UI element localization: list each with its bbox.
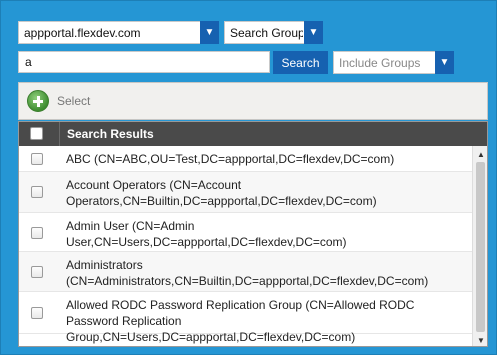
grid-rows: ABC (CN=ABC,OU=Test,DC=appportal,DC=flex… xyxy=(19,146,472,346)
search-panel: appportal.flexdev.com ▼ Search Group ▼ a… xyxy=(0,0,497,355)
column-header-search-results[interactable]: Search Results xyxy=(67,127,154,141)
row-checkbox[interactable] xyxy=(31,266,43,278)
row-checkbox[interactable] xyxy=(31,227,43,239)
plus-circle-icon xyxy=(27,90,49,112)
vertical-scrollbar[interactable]: ▲ ▼ xyxy=(472,146,487,346)
select-button-label: Select xyxy=(57,94,91,108)
domain-dropdown-value: appportal.flexdev.com xyxy=(24,26,141,40)
search-input[interactable]: a xyxy=(18,51,270,73)
grid-header: Search Results xyxy=(19,122,487,146)
search-button[interactable]: Search xyxy=(273,51,328,74)
row-checkbox[interactable] xyxy=(31,153,43,165)
chevron-down-icon[interactable]: ▼ xyxy=(435,51,454,74)
row-text: ABC (CN=ABC,OU=Test,DC=appportal,DC=flex… xyxy=(66,152,395,166)
table-row[interactable]: ABC (CN=ABC,OU=Test,DC=appportal,DC=flex… xyxy=(19,146,472,172)
domain-dropdown[interactable]: appportal.flexdev.com ▼ xyxy=(18,21,219,44)
row-checkbox[interactable] xyxy=(31,307,43,319)
row-text: Allowed RODC Password Replication Group … xyxy=(66,298,415,344)
table-row[interactable]: Allowed RODC Password Replication Group … xyxy=(19,292,472,344)
search-type-dropdown-value: Search Group xyxy=(230,26,303,40)
row-text: Administrators (CN=Administrators,CN=Bui… xyxy=(66,258,429,288)
scroll-up-arrow-icon[interactable]: ▲ xyxy=(473,147,487,161)
results-toolbar: Select xyxy=(18,82,488,120)
table-row[interactable]: Administrators (CN=Administrators,CN=Bui… xyxy=(19,252,472,292)
scrollbar-thumb[interactable] xyxy=(476,162,485,332)
row-checkbox[interactable] xyxy=(31,186,43,198)
table-row[interactable]: Account Operators (CN=Account Operators,… xyxy=(19,172,472,213)
column-divider xyxy=(59,122,60,146)
include-groups-dropdown-value: Include Groups xyxy=(339,56,421,70)
chevron-down-icon[interactable]: ▼ xyxy=(200,21,219,44)
chevron-down-icon[interactable]: ▼ xyxy=(304,21,323,44)
results-grid: Search Results ABC (CN=ABC,OU=Test,DC=ap… xyxy=(18,121,488,347)
row-text: Admin User (CN=Admin User,CN=Users,DC=ap… xyxy=(66,219,347,249)
select-all-checkbox[interactable] xyxy=(30,127,43,140)
table-row[interactable]: Admin User (CN=Admin User,CN=Users,DC=ap… xyxy=(19,213,472,252)
select-button[interactable]: Select xyxy=(27,90,90,112)
include-groups-dropdown[interactable]: Include Groups ▼ xyxy=(333,51,454,74)
search-type-dropdown[interactable]: Search Group ▼ xyxy=(224,21,323,44)
row-text: Account Operators (CN=Account Operators,… xyxy=(66,178,377,208)
scroll-down-arrow-icon[interactable]: ▼ xyxy=(473,333,487,346)
